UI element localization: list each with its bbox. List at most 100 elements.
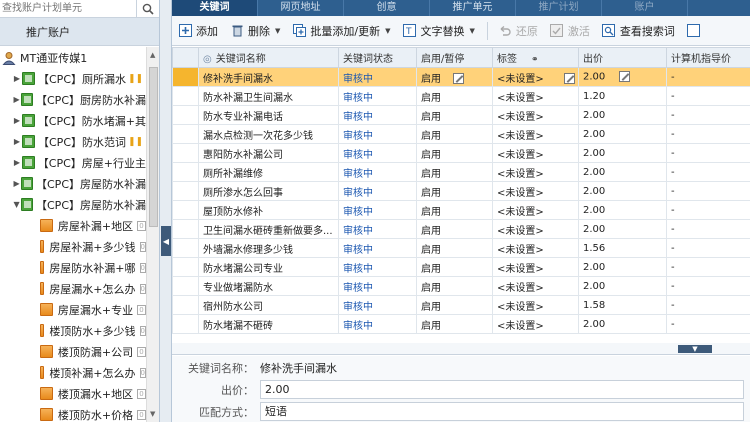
bid-cell[interactable]: 2.00: [578, 276, 667, 296]
tag-cell[interactable]: <未设置>: [492, 314, 579, 334]
tree-unit-item[interactable]: 楼顶防水+价格 0: [0, 404, 146, 422]
table-row[interactable]: 厕所补漏维修 审核中 启用 <未设置> 2.00 -: [172, 162, 750, 182]
bid-cell[interactable]: 2.00: [578, 143, 667, 163]
scroll-up-icon[interactable]: ▲: [150, 51, 155, 59]
more-toolbar-icon[interactable]: [687, 24, 705, 38]
keyword-cell[interactable]: 厕所补漏维修: [198, 162, 339, 182]
tree-plan-item[interactable]: ▶ 【CPC】防水范词 ❚❚: [0, 131, 146, 152]
enabled-cell[interactable]: 启用: [416, 162, 493, 182]
enabled-cell[interactable]: 启用: [416, 238, 493, 258]
tree-unit-item[interactable]: 房屋漏水+专业 0: [0, 299, 146, 320]
tag-cell[interactable]: <未设置>: [492, 105, 579, 125]
tree-plan-item[interactable]: ▶ 【CPC】房屋+行业主: [0, 152, 146, 173]
keyword-cell[interactable]: 宿州防水公司: [198, 295, 339, 315]
search-input[interactable]: [0, 0, 136, 17]
bid-cell[interactable]: 2.00: [578, 67, 667, 87]
col-tag[interactable]: 标签 ⚭: [492, 47, 579, 68]
enabled-cell[interactable]: 启用: [416, 143, 493, 163]
tag-filter-icon[interactable]: ⚭: [531, 55, 539, 65]
tag-cell[interactable]: <未设置>: [492, 238, 579, 258]
tree-plan-item[interactable]: ▶ 【CPC】厕所漏水 ❚❚: [0, 68, 146, 89]
edit-icon[interactable]: [619, 71, 631, 83]
scroll-down-icon[interactable]: ▼: [150, 410, 155, 418]
col-keyword-status[interactable]: 关键词状态: [338, 47, 417, 68]
tab-4[interactable]: 推广计划: [516, 0, 602, 16]
bid-cell[interactable]: 2.00: [578, 124, 667, 144]
add-button[interactable]: 添加: [178, 23, 218, 39]
table-row[interactable]: 防水补漏卫生间漏水 审核中 启用 <未设置> 1.20 -: [172, 86, 750, 106]
row-select-cell[interactable]: [172, 238, 199, 258]
select-all-header[interactable]: [172, 47, 199, 68]
chevron-right-icon[interactable]: ▶: [12, 116, 22, 125]
enabled-cell[interactable]: 启用: [416, 295, 493, 315]
tag-cell[interactable]: <未设置>: [492, 276, 579, 296]
tree-scrollbar[interactable]: ▲ ▼: [146, 47, 159, 422]
chevron-right-icon[interactable]: ▶: [12, 74, 22, 83]
table-row[interactable]: 卫生间漏水砸砖重新做要多... 审核中 启用 <未设置> 2.00 -: [172, 219, 750, 239]
col-bid[interactable]: 出价: [578, 47, 667, 68]
bid-input[interactable]: 2.00: [260, 380, 744, 399]
bid-cell[interactable]: 1.56: [578, 238, 667, 258]
edit-icon[interactable]: [563, 73, 575, 84]
tag-cell[interactable]: <未设置>: [492, 181, 579, 201]
row-select-cell[interactable]: [172, 67, 199, 87]
tab-3[interactable]: 推广单元: [430, 0, 516, 16]
tag-cell[interactable]: <未设置>: [492, 143, 579, 163]
table-row[interactable]: 宿州防水公司 审核中 启用 <未设置> 1.58 -: [172, 295, 750, 315]
row-select-cell[interactable]: [172, 105, 199, 125]
match-type-select[interactable]: 短语: [260, 402, 744, 421]
edit-icon[interactable]: [453, 73, 464, 84]
scrollbar-thumb[interactable]: [149, 67, 158, 227]
keyword-cell[interactable]: 修补洗手间漏水: [198, 67, 339, 87]
row-select-cell[interactable]: [172, 86, 199, 106]
tag-cell[interactable]: <未设置>: [492, 257, 579, 277]
chevron-down-icon[interactable]: ▼: [275, 27, 280, 35]
row-select-cell[interactable]: [172, 124, 199, 144]
chevron-right-icon[interactable]: ▶: [12, 137, 22, 146]
bid-cell[interactable]: 2.00: [578, 105, 667, 125]
tag-cell[interactable]: <未设置>: [492, 200, 579, 220]
detail-divider[interactable]: ▼: [172, 343, 750, 355]
bid-cell[interactable]: 2.00: [578, 219, 667, 239]
restore-button[interactable]: 还原: [498, 23, 538, 39]
tab-5[interactable]: 账户: [602, 0, 688, 16]
bid-cell[interactable]: 2.00: [578, 200, 667, 220]
col-enable-pause[interactable]: 启用/暂停: [416, 47, 493, 68]
chevron-down-icon[interactable]: ▼: [12, 200, 21, 209]
view-search-terms-button[interactable]: 查看搜索词: [602, 23, 675, 39]
tree-unit-item[interactable]: 房屋补漏+多少钱 0: [0, 236, 146, 257]
row-select-cell[interactable]: [172, 257, 199, 277]
tag-cell[interactable]: <未设置>: [492, 162, 579, 182]
tag-cell[interactable]: <未设置>: [492, 86, 579, 106]
tree-plan-item[interactable]: ▶ 【CPC】厨房防水补漏: [0, 89, 146, 110]
col-keyword-name[interactable]: ◎ 关键词名称: [198, 47, 339, 68]
bid-cell[interactable]: 2.00: [578, 314, 667, 334]
table-row[interactable]: 防水堵漏公司专业 审核中 启用 <未设置> 2.00 -: [172, 257, 750, 277]
enabled-cell[interactable]: 启用: [416, 86, 493, 106]
table-row[interactable]: 漏水点检测一次花多少钱 审核中 启用 <未设置> 2.00 -: [172, 124, 750, 144]
chevron-right-icon[interactable]: ▶: [12, 158, 22, 167]
tree-unit-item[interactable]: 楼顶防漏+公司 0: [0, 341, 146, 362]
keyword-cell[interactable]: 厕所渗水怎么回事: [198, 181, 339, 201]
enabled-cell[interactable]: 启用: [416, 105, 493, 125]
col-guide-price[interactable]: 计算机指导价: [666, 47, 750, 68]
tree-plan-item[interactable]: ▶ 【CPC】防水堵漏+其: [0, 110, 146, 131]
row-select-cell[interactable]: [172, 219, 199, 239]
row-select-cell[interactable]: [172, 295, 199, 315]
keyword-cell[interactable]: 防水堵漏公司专业: [198, 257, 339, 277]
collapse-detail-icon[interactable]: ▼: [678, 345, 712, 353]
tag-cell[interactable]: <未设置>: [492, 295, 579, 315]
bid-cell[interactable]: 2.00: [578, 162, 667, 182]
chevron-right-icon[interactable]: ▶: [12, 95, 21, 104]
chevron-right-icon[interactable]: ▶: [12, 179, 21, 188]
tab-1[interactable]: 网页地址: [258, 0, 344, 16]
chevron-down-icon[interactable]: ▼: [385, 27, 390, 35]
tree-unit-item[interactable]: 房屋防水补漏+哪 0: [0, 257, 146, 278]
enabled-cell[interactable]: 启用: [416, 67, 493, 87]
enabled-cell[interactable]: 启用: [416, 219, 493, 239]
keyword-cell[interactable]: 外墙漏水修理多少钱: [198, 238, 339, 258]
keyword-cell[interactable]: 防水堵漏不砸砖: [198, 314, 339, 334]
detail-keyword-value[interactable]: 修补洗手间漏水: [260, 360, 337, 376]
keyword-cell[interactable]: 屋顶防水修补: [198, 200, 339, 220]
activate-button[interactable]: 激活: [550, 23, 590, 39]
